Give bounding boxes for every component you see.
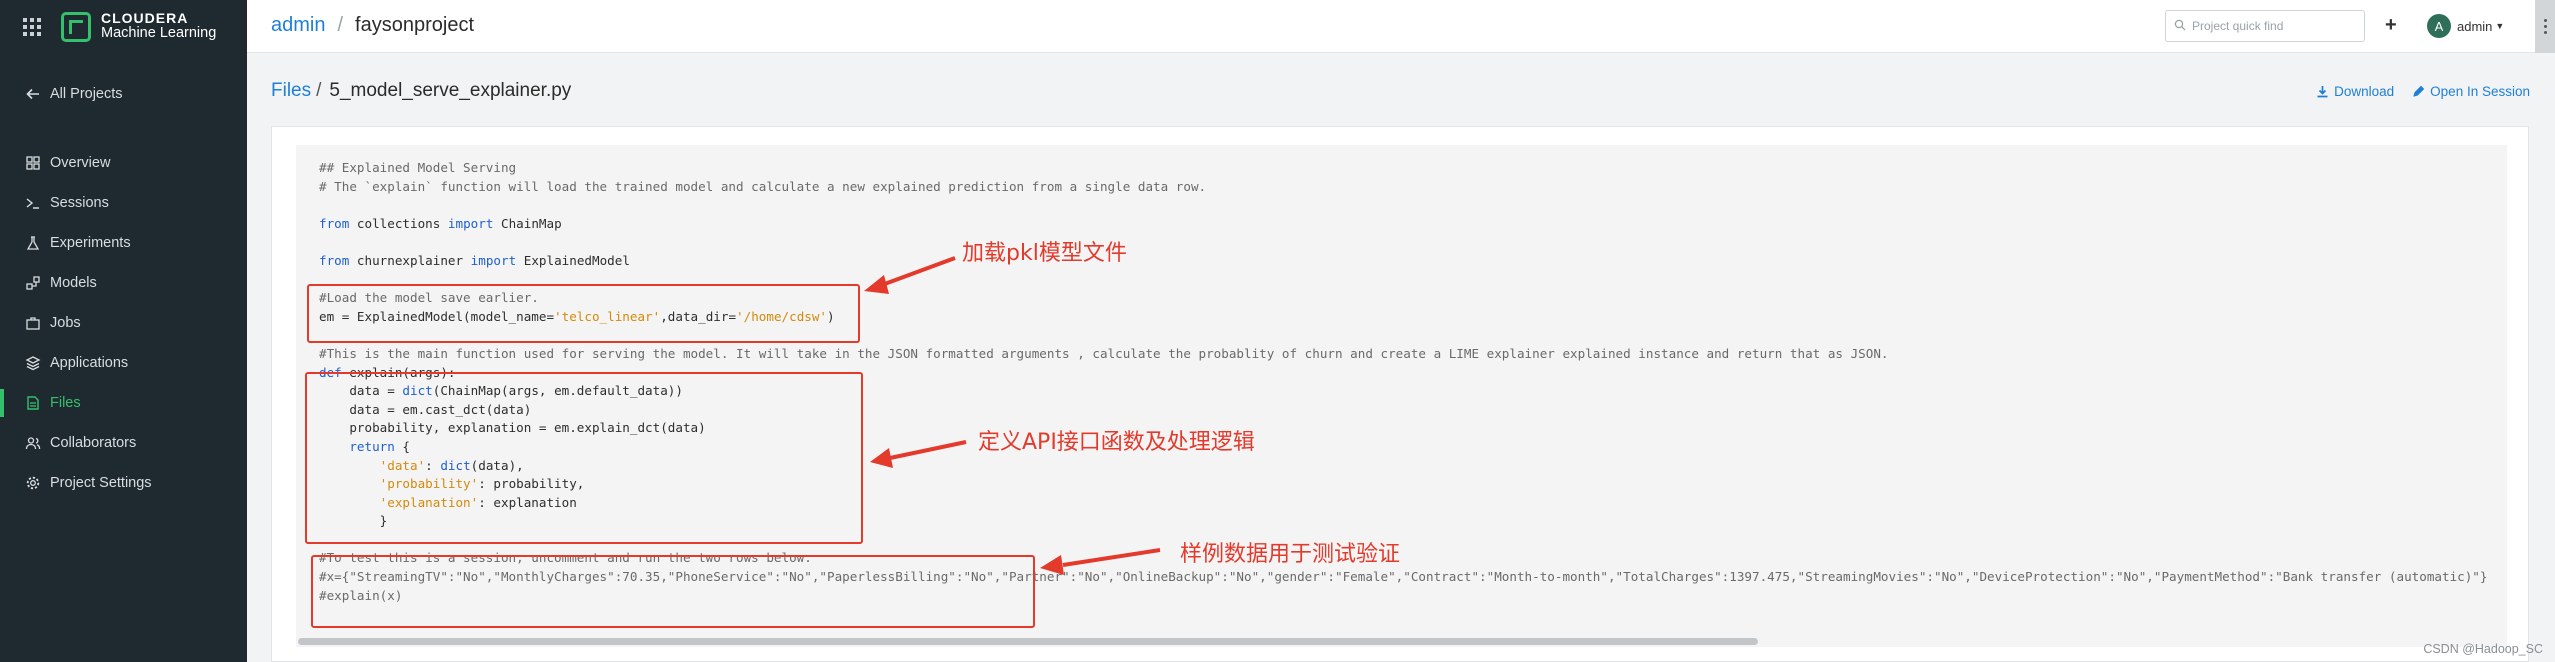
models-icon [25,275,41,291]
brand-product: Machine Learning [101,25,217,42]
breadcrumb-separator: / [316,80,322,101]
breadcrumb-project: faysonproject [355,14,475,36]
sidebar-item-label: Overview [50,155,111,171]
sidebar-item-applications[interactable]: Applications [0,343,247,383]
terminal-icon [25,195,41,211]
brand-text: CLOUDERA Machine Learning [101,9,217,42]
code-token: from [319,215,350,231]
code-token: churnexplainer [349,252,471,268]
sidebar-item-jobs[interactable]: Jobs [0,303,247,343]
code-token: ## Explained Model Serving [319,160,517,175]
flask-icon [25,235,41,251]
files-link[interactable]: Files [271,80,311,102]
download-label: Download [2334,84,2395,99]
sidebar-item-label: Models [50,275,97,291]
code-token: ChainMap [493,215,562,231]
file-name: 5_model_serve_explainer.py [329,80,572,101]
sidebar-item-models[interactable]: Models [0,263,247,303]
sidebar-item-label: Project Settings [50,475,152,491]
cloudera-logo-icon [61,11,91,42]
sidebar-item-label: Experiments [50,235,131,251]
sidebar-item-collaborators[interactable]: Collaborators [0,423,247,463]
file-actions: Download Open In Session [2298,84,2530,99]
code-line: from collections import ChainMap [319,215,2487,234]
file-icon [25,395,41,411]
highlight-test-rows-box [311,555,1035,628]
download-icon [2317,86,2328,98]
sidebar-item-files[interactable]: Files [0,383,247,423]
code-token: collections [349,215,448,231]
user-name: admin [2457,18,2493,34]
sidebar-item-label: Files [50,395,81,411]
gear-icon [25,475,41,491]
code-line: ## Explained Model Serving [319,159,2487,178]
sidebar-nav: Overview Sessions Experiments Models Job… [0,143,247,503]
caret-down-icon: ▼ [2495,21,2505,31]
layers-icon [25,355,41,371]
all-projects-label: All Projects [50,86,123,102]
annotation-load-model: 加载pkl模型文件 [962,241,1127,266]
avatar: A [2427,14,2451,38]
code-line: # The `explain` function will load the t… [319,178,2487,197]
highlight-load-model-box [307,284,860,343]
code-line: #This is the main function used for serv… [319,345,2487,364]
sidebar-item-overview[interactable]: Overview [0,143,247,183]
sidebar-item-label: Applications [50,355,129,371]
sidebar-item-project-settings[interactable]: Project Settings [0,463,247,503]
brand-name: CLOUDERA [101,9,189,26]
top-bar: admin / faysonproject + A admin ▼ [247,0,2555,53]
open-in-session-label: Open In Session [2430,84,2530,99]
all-projects-link[interactable]: All Projects [25,86,123,102]
code-line: from churnexplainer import ExplainedMode… [319,252,2487,271]
download-button[interactable]: Download [2316,84,2394,99]
open-in-session-button[interactable]: Open In Session [2412,84,2530,99]
brand-header: CLOUDERA Machine Learning [0,0,247,53]
project-search[interactable] [2165,10,2365,42]
briefcase-icon [25,315,41,331]
users-icon [25,435,41,451]
horizontal-scrollbar[interactable] [298,638,1758,645]
sidebar-item-label: Collaborators [50,435,137,451]
sidebar-item-sessions[interactable]: Sessions [0,183,247,223]
code-token: ExplainedModel [516,252,630,268]
arrow-left-icon [25,86,41,102]
app-grid-icon[interactable] [23,17,41,36]
more-menu-icon[interactable] [2535,0,2555,53]
annotation-sample-data: 样例数据用于测试验证 [1180,542,1401,567]
search-input[interactable] [2192,19,2352,33]
code-token: import [470,252,517,268]
file-breadcrumb: Files / 5_model_serve_explainer.py [271,80,571,102]
code-token: from [319,252,350,268]
search-icon [2174,19,2186,34]
sidebar-item-label: Sessions [50,195,109,211]
watermark: CSDN @Hadoop_SC [2423,642,2543,656]
sidebar-item-experiments[interactable]: Experiments [0,223,247,263]
code-token: # The `explain` function will load the t… [319,178,1207,194]
code-token: #This is the main function used for serv… [319,345,1889,361]
add-button[interactable]: + [2385,14,2397,37]
breadcrumb-separator: / [337,14,344,36]
overview-icon [25,155,41,171]
user-menu[interactable]: A admin ▼ [2427,14,2504,38]
annotation-define-api: 定义API接口函数及处理逻辑 [978,430,1255,455]
highlight-explain-function-box [305,372,863,544]
sidebar: CLOUDERA Machine Learning All Projects O… [0,0,247,662]
pencil-icon [2413,85,2425,97]
code-token: import [447,215,494,231]
breadcrumb-user-link[interactable]: admin [271,14,325,37]
sidebar-item-label: Jobs [50,315,81,331]
top-breadcrumb: admin / faysonproject [271,14,474,37]
